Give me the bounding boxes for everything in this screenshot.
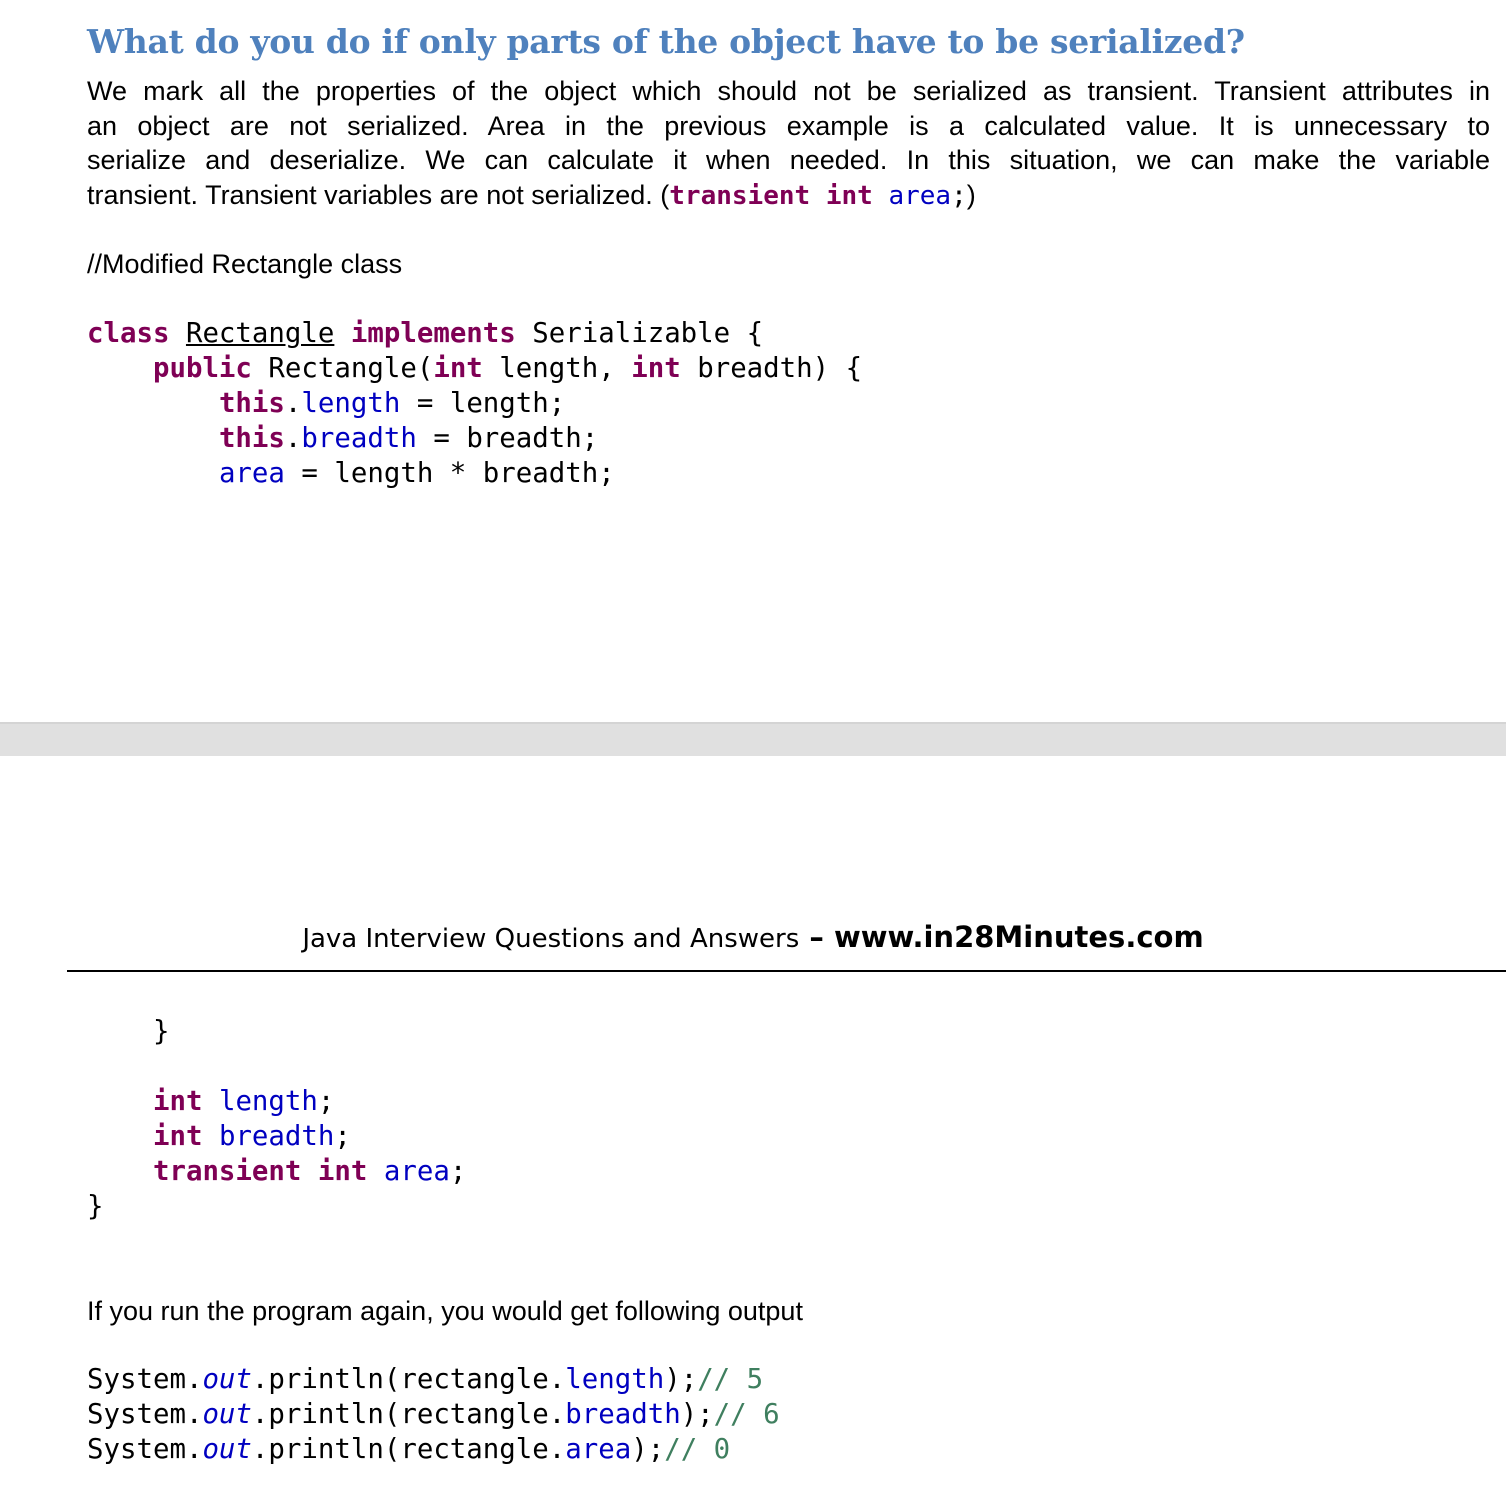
paragraph-line-last: transient. Transient variables are not s… [87,178,1490,214]
code-text: . [284,388,302,419]
code-comment: // 0 [664,1434,731,1465]
code-line: System.out.println(rectangle.area);// 0 [87,1432,780,1467]
code-text: = length; [400,388,566,419]
page-header: Java Interview Questions and Answers – w… [0,920,1506,954]
code-text: .println(rectangle. [251,1399,566,1430]
output-caption: If you run the program again, you would … [87,1296,803,1326]
code-line: this.breadth = breadth; [87,421,862,456]
code-comment: // 6 [713,1399,780,1430]
code-text: .println(rectangle. [251,1364,566,1395]
code-line: System.out.println(rectangle.breadth);//… [87,1397,780,1432]
code-text: ; [317,1086,335,1117]
header-site: www.in28Minutes.com [833,920,1204,954]
keyword: public [152,353,252,384]
code-line: class Rectangle implements Serializable … [87,316,862,351]
code-text: . [284,423,302,454]
header-dash: – [799,920,834,954]
section-heading: What do you do if only parts of the obje… [87,22,1245,61]
keyword: int [433,353,483,384]
paragraph-line: serialize and deserialize. We can calcul… [87,145,1490,175]
field-name: length [301,388,401,419]
explanation-paragraph: We mark all the properties of the object… [87,74,1490,213]
keyword: implements [350,318,516,349]
code-text: Rectangle( [251,353,434,384]
output-code-block: System.out.println(rectangle.length);// … [87,1362,780,1467]
keyword: int [631,353,681,384]
field-name: breadth [565,1399,681,1430]
code-text: = length * breadth; [284,458,615,489]
field-name: length [218,1086,318,1117]
field-name: breadth [218,1121,335,1152]
paragraph-line: an object are not serialized. Area in th… [87,110,1490,141]
code-text: Serializable { [515,318,764,349]
header-title: Java Interview Questions and Answers [302,924,800,954]
field-name: length [565,1364,665,1395]
code-text: ; [334,1121,351,1152]
code-text: = breadth; [416,423,599,454]
class-name: Rectangle [185,318,335,349]
static-field: out [202,1399,252,1430]
code-block-bottom: } int length; int breadth; transient int… [87,1014,466,1224]
keyword: this [218,388,285,419]
semicolon: ; [951,180,967,211]
code-line: int length; [87,1084,466,1119]
keyword: int [152,1121,203,1152]
code-text: } [87,1191,104,1222]
keyword: transient [669,180,811,211]
paragraph-text: transient. Transient variables are not s… [87,179,670,210]
field-name: area [565,1434,632,1465]
field-name: area [383,1156,450,1187]
code-line: int breadth; [87,1119,466,1154]
keyword: int [152,1086,203,1117]
code-text: System. [87,1364,203,1395]
code-text: } [152,1016,170,1047]
keyword: this [218,423,285,454]
keyword: int [825,180,873,211]
code-line: } [87,1189,466,1224]
code-text: System. [87,1434,203,1465]
static-field: out [202,1434,252,1465]
code-line: System.out.println(rectangle.length);// … [87,1362,780,1397]
header-rule [67,970,1506,972]
code-text: length, [482,353,632,384]
code-block-top: class Rectangle implements Serializable … [87,316,862,491]
code-line: transient int area; [87,1154,466,1189]
code-line: area = length * breadth; [87,456,862,491]
code-line: public Rectangle(int length, int breadth… [87,351,862,386]
page-break-divider [0,722,1506,756]
paragraph-line: We mark all the properties of the object… [87,76,1490,106]
code-text: .println(rectangle. [251,1434,566,1465]
field-name: breadth [301,423,417,454]
code-text: ); [631,1434,665,1465]
code-line: } [87,1014,466,1049]
keyword: class [87,318,170,349]
field-name: area [888,180,952,211]
code-line: this.length = length; [87,386,862,421]
paragraph-text: ) [966,179,976,210]
code-text: breadth) { [680,353,863,384]
keyword: int [317,1156,368,1187]
static-field: out [202,1364,252,1395]
code-text: ; [449,1156,467,1187]
code-comment: // 5 [697,1364,764,1395]
field-name: area [218,458,285,489]
code-text: ); [680,1399,714,1430]
keyword: transient [152,1156,302,1187]
code-text: ); [664,1364,698,1395]
inline-code-snippet: transient int area; [669,181,966,211]
code-caption: //Modified Rectangle class [87,249,403,279]
code-text: System. [87,1399,203,1430]
